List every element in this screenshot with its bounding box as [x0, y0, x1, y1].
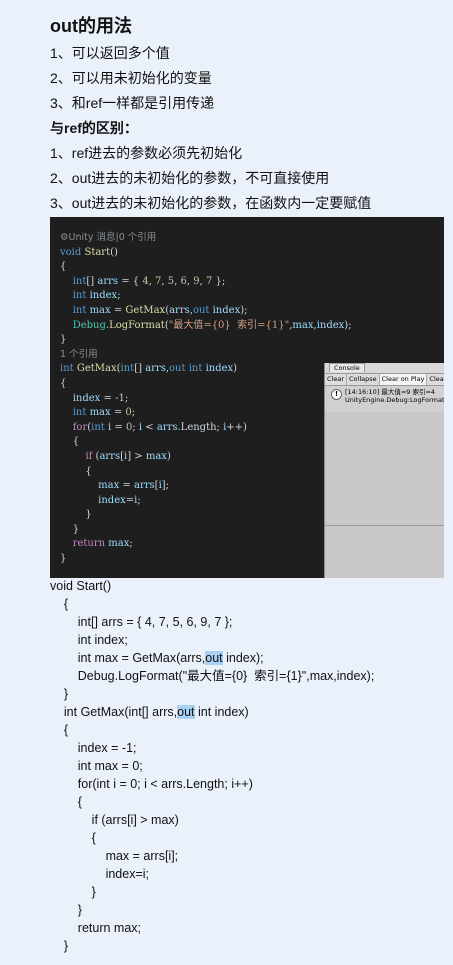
section-heading: 与ref的区别： — [50, 120, 138, 136]
code-line: return max; — [50, 921, 141, 935]
console-toolbar: ClearCollapseClear on PlayClear o — [325, 374, 444, 386]
code-line: void Start() — [50, 579, 112, 593]
code-screenshot: ⚙Unity 消息|0 个引用 void Start() { int[] arr… — [50, 217, 444, 578]
list-item: 1、ref进去的参数必须先初始化 — [50, 145, 243, 161]
list-item: 3、out进去的未初始化的参数，在函数内一定要赋值 — [50, 195, 372, 211]
page-title: out的用法 — [50, 16, 132, 36]
console-tab[interactable]: Console — [325, 363, 444, 374]
list-item: 3、和ref一样都是引用传递 — [50, 95, 215, 111]
code-line: { — [50, 795, 82, 809]
code-line: } — [50, 939, 69, 953]
code-line: } — [50, 687, 69, 701]
list-item: 2、可以用未初始化的变量 — [50, 70, 212, 86]
code-line: index = -1; — [50, 741, 137, 755]
code-line: { — [50, 723, 69, 737]
code-editor: ⚙Unity 消息|0 个引用 void Start() { int[] arr… — [60, 232, 352, 565]
clear-button[interactable]: Clear — [325, 374, 347, 385]
code-line: Debug.LogFormat("最大值={0} 索引={1}",max,ind… — [50, 669, 375, 683]
code-line: int max = 0; — [50, 759, 143, 773]
list-item: 1、可以返回多个值 — [50, 45, 170, 61]
code-line: } — [50, 903, 82, 917]
collapse-button[interactable]: Collapse — [347, 374, 380, 385]
code-line: int[] arrs = { 4, 7, 5, 6, 9, 7 }; — [50, 615, 233, 629]
code-line: for(int i = 0; i < arrs.Length; i++) — [50, 777, 253, 791]
highlight-out: out — [205, 651, 223, 665]
codelens-hint: 1 个引用 — [60, 348, 98, 360]
code-line: index=i; — [50, 867, 149, 881]
clear-on-play-button[interactable]: Clear on Play — [379, 374, 428, 385]
code-line: } — [50, 885, 96, 899]
log-message: [14:16:10] 最大值=9 索引=4 — [345, 388, 436, 396]
code-line: { — [50, 597, 69, 611]
code-line: max = arrs[i]; — [50, 849, 179, 863]
code-line: int index; — [50, 633, 128, 647]
unity-console-panel: Console ClearCollapseClear on PlayClear … — [324, 363, 444, 578]
code-line: int max = GetMax(arrs,out index); — [50, 651, 264, 665]
clear-on-build-button[interactable]: Clear o — [427, 374, 444, 385]
code-line: if (arrs[i] > max) — [50, 813, 179, 827]
code-line: int GetMax(int[] arrs,out int index) — [50, 705, 249, 719]
console-divider — [325, 525, 444, 526]
code-line: { — [50, 831, 96, 845]
log-stacktrace: UnityEngine.Debug:LogFormat(St — [345, 396, 444, 404]
info-icon: ! — [331, 389, 342, 400]
article: out的用法 1、可以返回多个值 2、可以用未初始化的变量 3、和ref一样都是… — [50, 0, 444, 216]
code-block: void Start() { int[] arrs = { 4, 7, 5, 6… — [50, 577, 444, 955]
codelens-hint: ⚙Unity 消息|0 个引用 — [60, 232, 157, 243]
console-log-entry[interactable]: ! [14:16:10] 最大值=9 索引=4 UnityEngine.Debu… — [325, 386, 444, 412]
highlight-out: out — [177, 705, 195, 719]
list-item: 2、out进去的未初始化的参数，不可直接使用 — [50, 170, 330, 186]
